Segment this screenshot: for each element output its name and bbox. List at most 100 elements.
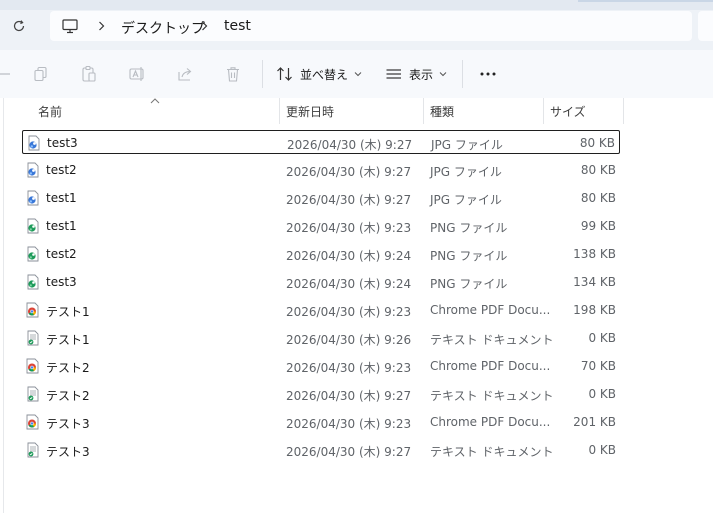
file-modified: 2026/04/30 (木) 9:27 (286, 193, 412, 207)
address-box[interactable]: デスクトップ test (50, 11, 692, 41)
file-name: テスト1 (46, 305, 90, 319)
new-item-icon[interactable] (0, 64, 14, 84)
file-name: テスト3 (46, 445, 90, 459)
file-modified: 2026/04/30 (木) 9:27 (286, 165, 412, 179)
file-row[interactable]: テスト3 2026/04/30 (木) 9:23 Chrome PDF Docu..… (22, 410, 620, 434)
view-button[interactable]: 表示 (385, 63, 447, 85)
column-divider[interactable] (423, 98, 424, 124)
png-file-icon (25, 274, 41, 290)
navigation-pane-edge (3, 98, 4, 513)
jpg-file-icon (25, 190, 41, 206)
file-type: JPG ファイル (431, 138, 503, 152)
column-header-name-label: 名前 (38, 104, 63, 119)
file-size: 70 KB (580, 359, 616, 373)
share-icon[interactable] (175, 64, 195, 84)
file-type: Chrome PDF Docu... (430, 303, 551, 317)
file-modified: 2026/04/30 (木) 9:24 (286, 277, 412, 291)
file-row[interactable]: テスト2 2026/04/30 (木) 9:27 テキスト ドキュメント 0 KB (22, 382, 620, 406)
column-header-type-label: 種類 (430, 104, 455, 119)
text-document-icon (25, 330, 41, 346)
sort-ascending-icon (150, 98, 160, 104)
column-header-type[interactable]: 種類 (430, 98, 454, 124)
file-modified: 2026/04/30 (木) 9:23 (286, 305, 412, 319)
chevron-down-icon (439, 72, 447, 77)
this-pc-icon (62, 19, 78, 34)
file-name: test3 (46, 275, 77, 289)
column-divider[interactable] (279, 98, 280, 124)
jpg-file-icon (25, 162, 41, 178)
breadcrumb-desktop[interactable]: デスクトップ (121, 18, 205, 38)
file-size: 134 KB (573, 275, 616, 289)
file-size: 99 KB (580, 219, 616, 233)
png-file-icon (25, 218, 41, 234)
file-row[interactable]: テスト3 2026/04/30 (木) 9:27 テキスト ドキュメント 0 KB (22, 438, 620, 462)
file-size: 201 KB (573, 415, 616, 429)
text-document-icon (25, 442, 41, 458)
column-divider[interactable] (543, 98, 544, 124)
file-type: テキスト ドキュメント (430, 445, 554, 459)
file-modified: 2026/04/30 (木) 9:26 (286, 333, 412, 347)
text-document-icon (25, 386, 41, 402)
file-name: test1 (46, 219, 77, 233)
file-size: 198 KB (573, 303, 616, 317)
file-type: PNG ファイル (430, 277, 508, 291)
address-bar-row: デスクトップ test (0, 0, 713, 50)
more-icon (480, 72, 496, 76)
title-strip (0, 0, 713, 10)
chevron-down-icon (354, 72, 362, 77)
file-size: 0 KB (588, 443, 616, 457)
column-header-size-label: サイズ (550, 104, 586, 119)
column-header-modified[interactable]: 更新日時 (286, 98, 334, 124)
column-divider[interactable] (623, 98, 624, 124)
search-box[interactable] (698, 11, 713, 41)
chevron-right-icon[interactable] (199, 18, 209, 34)
file-name: test3 (47, 136, 78, 150)
file-size: 0 KB (588, 331, 616, 345)
divider (462, 60, 463, 88)
file-size: 80 KB (580, 163, 616, 177)
chrome-pdf-icon (25, 302, 41, 318)
chrome-pdf-icon (25, 414, 41, 430)
column-header-name[interactable]: 名前 (38, 98, 62, 124)
file-row[interactable]: テスト1 2026/04/30 (木) 9:26 テキスト ドキュメント 0 KB (22, 326, 620, 350)
file-modified: 2026/04/30 (木) 9:27 (287, 138, 413, 152)
breadcrumb-test[interactable]: test (224, 18, 251, 34)
file-type: PNG ファイル (430, 249, 508, 263)
file-row[interactable]: test2 2026/04/30 (木) 9:27 JPG ファイル 80 KB (22, 158, 620, 182)
file-row[interactable]: test3 2026/04/30 (木) 9:24 PNG ファイル 134 KB (22, 270, 620, 294)
file-row[interactable]: test1 2026/04/30 (木) 9:23 PNG ファイル 99 KB (22, 214, 620, 238)
file-modified: 2026/04/30 (木) 9:27 (286, 389, 412, 403)
command-bar: 並べ替え 表示 (0, 50, 713, 98)
file-row[interactable]: テスト1 2026/04/30 (木) 9:23 Chrome PDF Docu..… (22, 298, 620, 322)
file-name: test1 (46, 191, 77, 205)
delete-icon[interactable] (223, 64, 243, 84)
file-name: テスト3 (46, 417, 90, 431)
view-icon (386, 69, 401, 79)
rename-icon[interactable] (127, 64, 147, 84)
file-name: テスト2 (46, 361, 90, 375)
png-file-icon (25, 246, 41, 262)
sort-button[interactable]: 並べ替え (276, 63, 362, 85)
file-name: テスト1 (46, 333, 90, 347)
cut-icon[interactable] (31, 64, 51, 84)
file-type: PNG ファイル (430, 221, 508, 235)
file-row[interactable]: test3 2026/04/30 (木) 9:27 JPG ファイル 80 KB (22, 130, 620, 154)
file-type: Chrome PDF Docu... (430, 359, 551, 373)
file-type: Chrome PDF Docu... (430, 415, 551, 429)
sort-label: 並べ替え (300, 67, 349, 82)
file-row[interactable]: テスト2 2026/04/30 (木) 9:23 Chrome PDF Docu..… (22, 354, 620, 378)
column-header-modified-label: 更新日時 (286, 104, 335, 119)
file-size: 80 KB (579, 136, 615, 150)
file-modified: 2026/04/30 (木) 9:27 (286, 445, 412, 459)
file-row[interactable]: test2 2026/04/30 (木) 9:24 PNG ファイル 138 KB (22, 242, 620, 266)
chevron-right-icon[interactable] (96, 18, 106, 34)
refresh-button[interactable] (8, 15, 30, 37)
file-modified: 2026/04/30 (木) 9:24 (286, 249, 412, 263)
file-row[interactable]: test1 2026/04/30 (木) 9:27 JPG ファイル 80 KB (22, 186, 620, 210)
column-header-size[interactable]: サイズ (550, 98, 586, 124)
file-size: 80 KB (580, 191, 616, 205)
paste-icon[interactable] (79, 64, 99, 84)
file-type: テキスト ドキュメント (430, 333, 554, 347)
more-options-button[interactable] (478, 64, 498, 84)
file-name: test2 (46, 247, 77, 261)
